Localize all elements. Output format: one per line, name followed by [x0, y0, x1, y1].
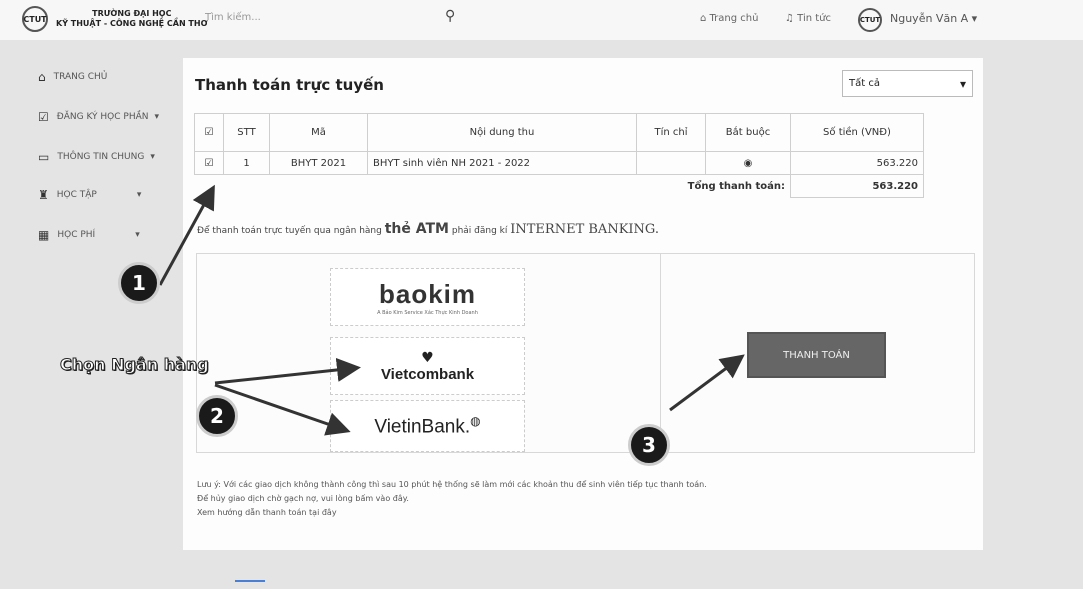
- step-1-marker: 1: [118, 262, 160, 304]
- step-2-marker: 2: [196, 395, 238, 437]
- arrow-step3: [669, 354, 745, 412]
- annotation-arrows: [158, 184, 745, 436]
- choose-bank-annotation: Chọn Ngân hàng: [60, 355, 210, 375]
- step-3-marker: 3: [628, 424, 670, 466]
- divider: [235, 580, 265, 582]
- arrow-step1: [158, 184, 215, 286]
- arrow-to-vietcombank: [214, 357, 361, 385]
